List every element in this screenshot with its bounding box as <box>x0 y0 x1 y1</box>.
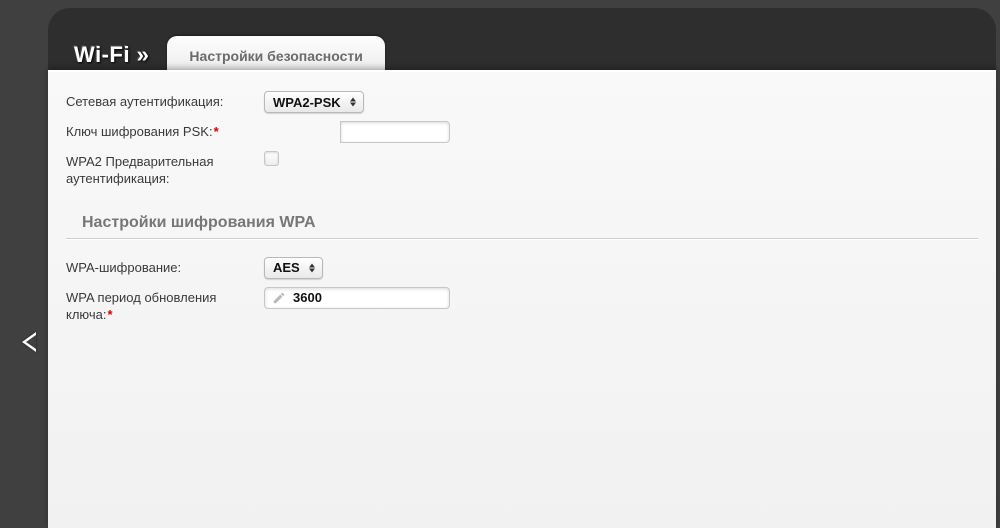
section-title-wpa: Настройки шифрования WPA <box>82 214 978 232</box>
select-wpa-cipher[interactable]: AES <box>264 257 323 279</box>
chevron-updown-icon <box>349 98 357 107</box>
chevron-updown-icon <box>308 263 316 272</box>
label-psk-key: Ключ шифрования PSK:* <box>66 121 264 141</box>
tab-label: Настройки безопасности <box>189 48 362 64</box>
label-wpa-cipher: WPA-шифрование: <box>66 257 264 277</box>
input-psk-key[interactable] <box>340 121 450 143</box>
sidebar-toggle-arrow[interactable] <box>22 332 36 352</box>
page-title: Wi-Fi » <box>74 42 149 68</box>
checkbox-wpa2-preauth[interactable] <box>264 151 279 166</box>
select-network-auth[interactable]: WPA2-PSK <box>264 91 364 113</box>
settings-panel: Сетевая аутентификация: WPA2-PSK Ключ ши… <box>48 70 996 528</box>
label-network-auth: Сетевая аутентификация: <box>66 91 264 111</box>
pencil-icon <box>272 291 286 305</box>
label-wpa-renew: WPA период обновления ключа:* <box>66 287 264 324</box>
required-mark: * <box>108 307 113 322</box>
select-network-auth-value: WPA2-PSK <box>273 95 341 110</box>
input-wpa-renew[interactable] <box>264 287 450 309</box>
label-wpa2-preauth: WPA2 Предварительная аутентификация: <box>66 151 264 188</box>
required-mark: * <box>214 124 219 139</box>
select-wpa-cipher-value: AES <box>273 260 300 275</box>
divider <box>66 238 978 239</box>
